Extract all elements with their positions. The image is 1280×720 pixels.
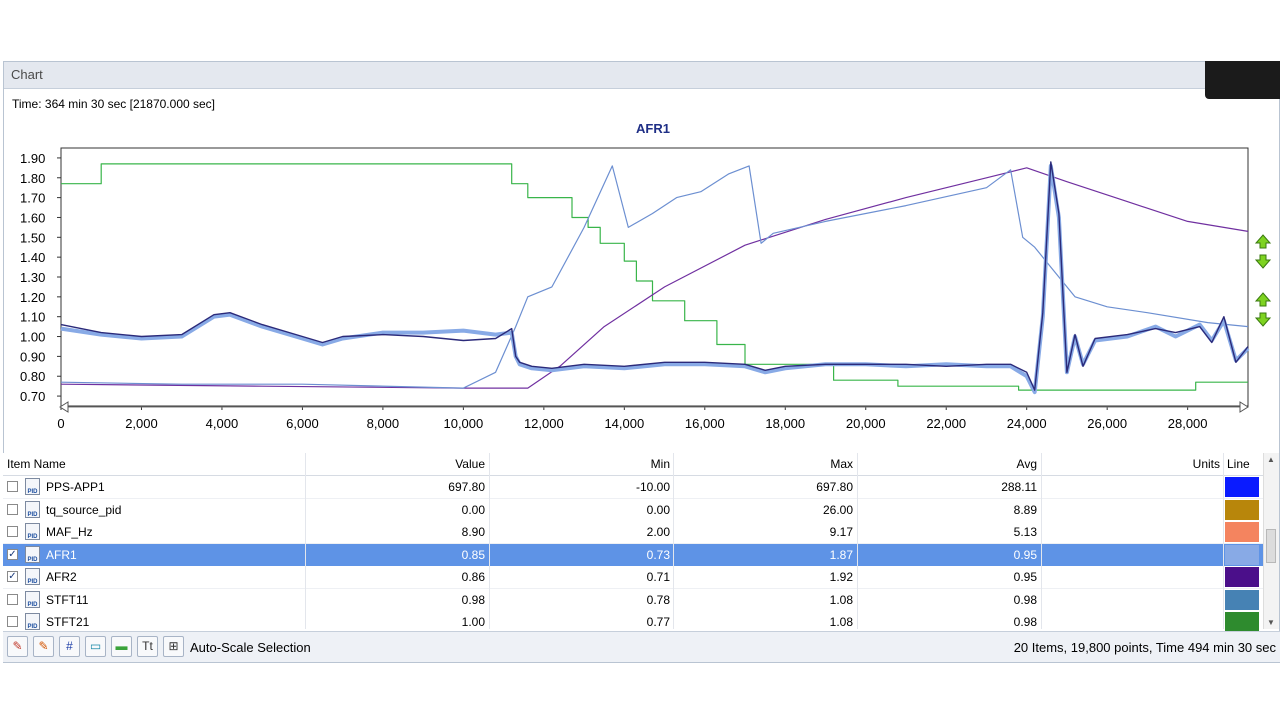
time-readout: Time: 364 min 30 sec [21870.000 sec] [12,97,216,111]
status-text: 20 Items, 19,800 points, Time 494 min 30… [1013,640,1276,655]
pencil-icon[interactable]: ✎ [7,636,28,657]
y-tick-label: 0.90 [20,349,45,364]
y-tick-label: 1.50 [20,230,45,245]
y-tick-label: 1.00 [20,330,45,345]
item-avg: 0.98 [1013,615,1037,629]
item-avg: 0.95 [1013,570,1037,584]
y-tick-label: 1.40 [20,250,45,265]
x-tick-label: 24,000 [1007,416,1047,431]
x-tick-label: 2,000 [125,416,158,431]
item-avg: 5.13 [1013,525,1037,539]
y-tick-label: 0.70 [20,389,45,404]
y-tick-label: 1.20 [20,290,45,305]
table-row[interactable]: PID STFT11 0.98 0.78 1.08 0.98 [3,588,1265,612]
x-tick-label: 20,000 [846,416,886,431]
column-divider[interactable] [673,453,674,629]
chart-settings-icon[interactable]: ⊞ [163,636,184,657]
table-row[interactable]: ✓ PID AFR2 0.86 0.71 1.92 0.95 [3,566,1265,589]
pencil-edit-icon[interactable]: ✎ [33,636,54,657]
col-line[interactable]: Line [1227,457,1250,471]
overlay-corner [1205,61,1280,99]
table-scrollbar[interactable]: ▲ ▼ [1263,453,1279,629]
table-row[interactable]: ✓ PID AFR1 0.85 0.73 1.87 0.95 [3,543,1265,567]
chart-svg[interactable]: 0.70 0.80 0.90 1.00 1.10 1.20 1.30 1.40 1.50 1.60… [0,140,1280,440]
scroll-down-icon[interactable]: ▼ [1267,618,1275,627]
item-avg: 0.95 [1013,547,1037,562]
scroll-up-icon[interactable]: ▲ [1267,455,1275,464]
x-tick-label: 10,000 [443,416,483,431]
window-title: Chart [11,67,43,82]
line-color-swatch[interactable] [1225,589,1259,610]
scroll-thumb[interactable] [1266,529,1276,563]
hash-icon[interactable]: # [59,636,80,657]
tag-icon[interactable]: ▭ [85,636,106,657]
item-avg: 0.98 [1013,592,1037,607]
bottom-toolbar: ✎ ✎ # ▭ ▬ Tt ⊞ Auto-Scale Selection 20 Items, … [3,631,1280,662]
x-tick-label: 16,000 [685,416,725,431]
y-tick-label: 1.70 [20,191,45,206]
column-divider[interactable] [305,453,306,629]
x-tick-label: 26,000 [1087,416,1127,431]
col-units[interactable]: Units [3,457,1220,471]
line-color-swatch[interactable] [1225,612,1259,632]
x-tick-label: 14,000 [604,416,644,431]
line-color-swatch[interactable] [1225,522,1259,542]
y-tick-label: 0.80 [20,369,45,384]
item-avg: 8.89 [1013,502,1037,517]
y-tick-label: 1.30 [20,270,45,285]
autoscale-selection-label[interactable]: Auto-Scale Selection [190,640,311,655]
x-tick-label: 0 [57,416,64,431]
column-divider[interactable] [1041,453,1042,629]
x-tick-label: 22,000 [926,416,966,431]
table-header: Item Name Value Min Max Avg Units Line [3,453,1265,476]
x-tick-label: 28,000 [1168,416,1208,431]
x-tick-label: 12,000 [524,416,564,431]
scale-up-arrows-icon[interactable] [1254,234,1272,269]
item-avg: 288.11 [1001,480,1037,494]
line-color-swatch[interactable] [1225,499,1259,520]
x-tick-label: 4,000 [206,416,239,431]
table-row[interactable]: PID PPS-APP1 697.80 -10.00 697.80 288.11 [3,476,1265,499]
y-tick-label: 1.60 [20,210,45,225]
column-divider[interactable] [857,453,858,629]
line-color-swatch[interactable] [1225,477,1259,497]
table-row[interactable]: PID tq_source_pid 0.00 0.00 26.00 8.89 [3,498,1265,522]
x-tick-label: 6,000 [286,416,319,431]
x-tick-label: 8,000 [367,416,400,431]
line-color-swatch[interactable] [1225,544,1259,565]
line-icon[interactable]: ▬ [111,636,132,657]
x-tick-label: 18,000 [765,416,805,431]
table-row[interactable]: PID MAF_Hz 8.90 2.00 9.17 5.13 [3,521,1265,544]
y-tick-label: 1.10 [20,310,45,325]
text-icon[interactable]: Tt [137,636,158,657]
line-color-swatch[interactable] [1225,567,1259,587]
window-titlebar: Chart [4,62,1279,89]
chart-title: AFR1 [636,121,670,136]
y-tick-label: 1.90 [20,151,45,166]
column-divider[interactable] [1223,453,1224,629]
y-tick-label: 1.80 [20,171,45,186]
column-divider[interactable] [489,453,490,629]
scale-down-arrows-icon[interactable] [1254,292,1272,327]
